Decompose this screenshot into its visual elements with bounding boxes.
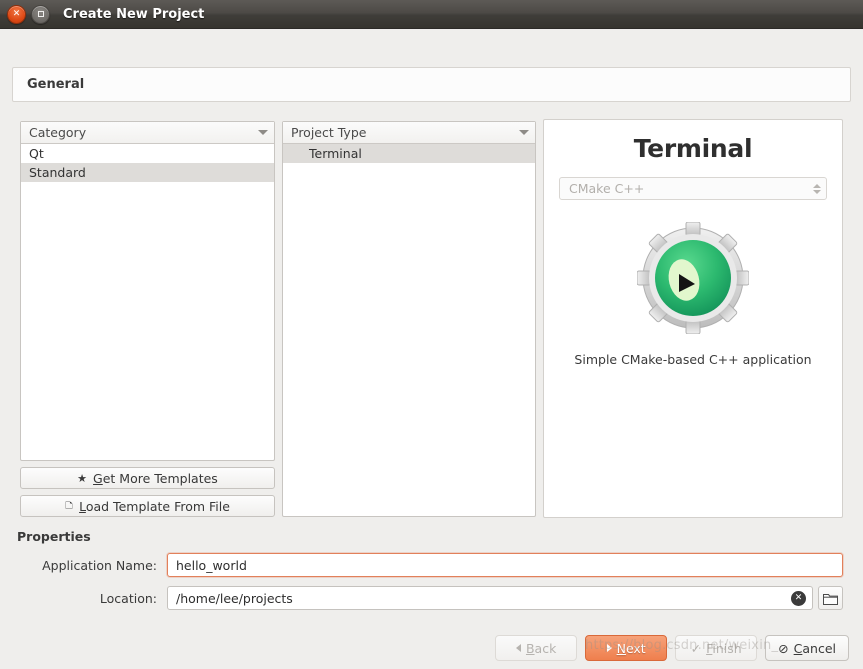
- maximize-icon[interactable]: [31, 4, 50, 24]
- category-item-label: Qt: [29, 146, 44, 161]
- kdevelop-gear-icon: [637, 222, 749, 334]
- application-name-input[interactable]: hello_world: [167, 553, 843, 577]
- location-row: Location: /home/lee/projects ✕: [17, 586, 843, 610]
- section-header: General: [12, 67, 851, 102]
- application-name-row: Application Name: hello_world: [17, 553, 843, 577]
- folder-icon[interactable]: [818, 586, 843, 610]
- preview-title: Terminal: [633, 134, 753, 163]
- project-type-column: Project Type Terminal: [282, 121, 536, 517]
- next-button[interactable]: Next: [585, 635, 668, 661]
- category-header[interactable]: Category: [21, 122, 274, 144]
- close-icon[interactable]: ✕: [7, 4, 26, 24]
- window-titlebar: ✕ Create New Project: [0, 0, 863, 29]
- get-more-templates-button[interactable]: ★ Get More Templates: [20, 467, 275, 489]
- clear-icon[interactable]: ✕: [791, 590, 806, 606]
- list-item[interactable]: Qt: [21, 144, 274, 163]
- chevron-down-icon[interactable]: [519, 130, 529, 135]
- dialog-footer: Back Next ✓ Finish ⊘ Cancel: [495, 635, 849, 661]
- category-listbox[interactable]: Category Qt Standard: [20, 121, 275, 461]
- window-title: Create New Project: [63, 6, 205, 22]
- build-system-value: CMake C++: [569, 181, 645, 196]
- project-type-listbox[interactable]: Project Type Terminal: [282, 121, 536, 517]
- application-name-label: Application Name:: [42, 557, 157, 573]
- category-item-label: Standard: [29, 165, 86, 180]
- next-button-label: Next: [616, 640, 646, 656]
- project-type-header-label: Project Type: [291, 125, 367, 140]
- category-column: Category Qt Standard ★ Get More Template…: [20, 121, 275, 517]
- spinner-arrows-icon[interactable]: [813, 183, 821, 194]
- load-template-from-file-label: Load Template From File: [79, 498, 230, 514]
- project-type-header[interactable]: Project Type: [283, 122, 535, 144]
- location-value: /home/lee/projects: [176, 590, 293, 606]
- template-icon-wrap: [544, 222, 842, 334]
- build-system-combobox[interactable]: CMake C++: [559, 177, 827, 200]
- create-new-project-dialog: General Category Qt Standard ★ Get More …: [0, 29, 863, 669]
- arrow-left-icon: [515, 644, 521, 652]
- project-type-item-label: Terminal: [309, 146, 362, 161]
- finish-button[interactable]: ✓ Finish: [675, 635, 758, 661]
- cancel-button-label: Cancel: [793, 640, 836, 656]
- project-type-list-body[interactable]: Terminal: [283, 144, 535, 496]
- template-description: Simple CMake-based C++ application: [574, 352, 812, 367]
- category-header-label: Category: [29, 125, 87, 140]
- arrow-right-icon: [606, 644, 612, 652]
- category-list-body[interactable]: Qt Standard: [21, 144, 274, 460]
- properties-title: Properties: [17, 529, 91, 544]
- application-name-value: hello_world: [176, 557, 247, 573]
- star-icon: ★: [77, 471, 88, 485]
- cancel-icon: ⊘: [778, 640, 789, 656]
- location-input[interactable]: /home/lee/projects ✕: [167, 586, 813, 610]
- section-header-label: General: [27, 77, 85, 92]
- location-label: Location:: [99, 590, 157, 606]
- finish-button-label: Finish: [706, 640, 742, 656]
- folder-glyph: [823, 593, 838, 605]
- chevron-down-icon[interactable]: [258, 130, 268, 135]
- list-item[interactable]: Terminal: [283, 144, 535, 163]
- back-button-label: Back: [525, 640, 557, 656]
- check-icon: ✓: [690, 640, 702, 656]
- load-template-from-file-button[interactable]: 🗅 Load Template From File: [20, 495, 275, 517]
- template-preview-panel: Terminal CMake C++ Simple CMake-based C+…: [543, 119, 843, 518]
- cancel-button[interactable]: ⊘ Cancel: [765, 635, 849, 661]
- list-item[interactable]: Standard: [21, 163, 274, 182]
- back-button[interactable]: Back: [495, 635, 578, 661]
- document-icon: 🗅: [65, 498, 74, 512]
- get-more-templates-label: Get More Templates: [93, 470, 218, 486]
